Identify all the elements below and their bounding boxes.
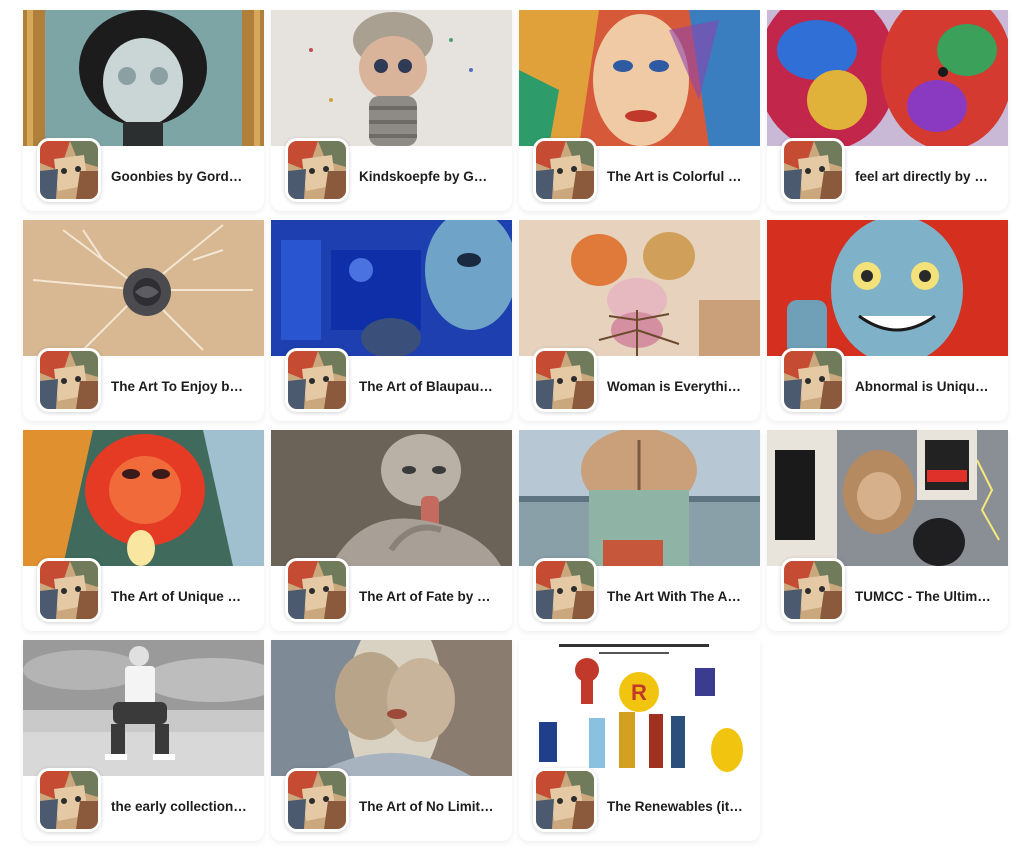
collection-title[interactable]: The Art of Blaupaus... bbox=[359, 378, 495, 396]
collection-banner-image[interactable] bbox=[23, 220, 264, 356]
collection-card[interactable]: Kindskoepfe by Gor... bbox=[271, 10, 512, 211]
collection-banner-image[interactable] bbox=[271, 640, 512, 776]
collection-card[interactable]: R The Renewables (it ... bbox=[519, 640, 760, 841]
creator-avatar[interactable] bbox=[781, 348, 845, 412]
creator-avatar[interactable] bbox=[37, 348, 101, 412]
creator-avatar[interactable] bbox=[533, 558, 597, 622]
collection-title[interactable]: feel art directly by G... bbox=[855, 168, 991, 186]
collection-banner-image[interactable] bbox=[519, 10, 760, 146]
svg-text:R: R bbox=[631, 680, 647, 705]
creator-avatar[interactable] bbox=[37, 768, 101, 832]
collection-title[interactable]: Woman is Everythin... bbox=[607, 378, 743, 396]
collection-title[interactable]: Abnormal is Unique ... bbox=[855, 378, 991, 396]
creator-avatar[interactable] bbox=[37, 138, 101, 202]
collection-banner-image[interactable] bbox=[767, 430, 1008, 566]
collection-banner-image[interactable] bbox=[519, 430, 760, 566]
collection-card[interactable]: The Art of Blaupaus... bbox=[271, 220, 512, 421]
collection-card[interactable]: Abnormal is Unique ... bbox=[767, 220, 1008, 421]
collection-card[interactable]: Goonbies by Gordo... bbox=[23, 10, 264, 211]
collection-title[interactable]: The Art is Colorful b... bbox=[607, 168, 743, 186]
collection-banner-image[interactable]: R bbox=[519, 640, 760, 776]
collection-banner-image[interactable] bbox=[519, 220, 760, 356]
collection-card[interactable]: TUMCC - The Ultima... bbox=[767, 430, 1008, 631]
creator-avatar[interactable] bbox=[285, 768, 349, 832]
collection-title[interactable]: Kindskoepfe by Gor... bbox=[359, 168, 495, 186]
collection-title[interactable]: The Art To Enjoy by ... bbox=[111, 378, 247, 396]
collection-title[interactable]: The Art of No Limits ... bbox=[359, 798, 495, 816]
creator-avatar[interactable] bbox=[781, 138, 845, 202]
collection-card[interactable]: the early collection ... bbox=[23, 640, 264, 841]
creator-avatar[interactable] bbox=[533, 348, 597, 412]
creator-avatar[interactable] bbox=[533, 138, 597, 202]
collection-title[interactable]: The Art of Fate by G... bbox=[359, 588, 495, 606]
collection-card[interactable]: The Art of Fate by G... bbox=[271, 430, 512, 631]
collections-grid: Goonbies by Gordo... Kindskoepfe by Gor.… bbox=[23, 10, 1008, 841]
creator-avatar[interactable] bbox=[285, 138, 349, 202]
creator-avatar[interactable] bbox=[37, 558, 101, 622]
collection-banner-image[interactable] bbox=[767, 220, 1008, 356]
collection-card[interactable]: Woman is Everythin... bbox=[519, 220, 760, 421]
creator-avatar[interactable] bbox=[285, 558, 349, 622]
creator-avatar[interactable] bbox=[285, 348, 349, 412]
collection-banner-image[interactable] bbox=[23, 640, 264, 776]
collection-banner-image[interactable] bbox=[767, 10, 1008, 146]
collection-title[interactable]: Goonbies by Gordo... bbox=[111, 168, 247, 186]
collection-banner-image[interactable] bbox=[271, 220, 512, 356]
collection-card[interactable]: The Art of No Limits ... bbox=[271, 640, 512, 841]
collection-banner-image[interactable] bbox=[23, 10, 264, 146]
collection-card[interactable]: The Art With The As... bbox=[519, 430, 760, 631]
collection-title[interactable]: The Art With The As... bbox=[607, 588, 743, 606]
collection-title[interactable]: TUMCC - The Ultima... bbox=[855, 588, 991, 606]
collection-card[interactable]: The Art To Enjoy by ... bbox=[23, 220, 264, 421]
collection-card[interactable]: The Art is Colorful b... bbox=[519, 10, 760, 211]
collection-banner-image[interactable] bbox=[271, 10, 512, 146]
collection-card[interactable]: The Art of Unique NF... bbox=[23, 430, 264, 631]
creator-avatar[interactable] bbox=[533, 768, 597, 832]
collection-title[interactable]: The Art of Unique NF... bbox=[111, 588, 247, 606]
collection-title[interactable]: the early collection ... bbox=[111, 798, 247, 816]
collection-banner-image[interactable] bbox=[271, 430, 512, 566]
creator-avatar[interactable] bbox=[781, 558, 845, 622]
collection-card[interactable]: feel art directly by G... bbox=[767, 10, 1008, 211]
collection-banner-image[interactable] bbox=[23, 430, 264, 566]
collection-title[interactable]: The Renewables (it ... bbox=[607, 798, 743, 816]
